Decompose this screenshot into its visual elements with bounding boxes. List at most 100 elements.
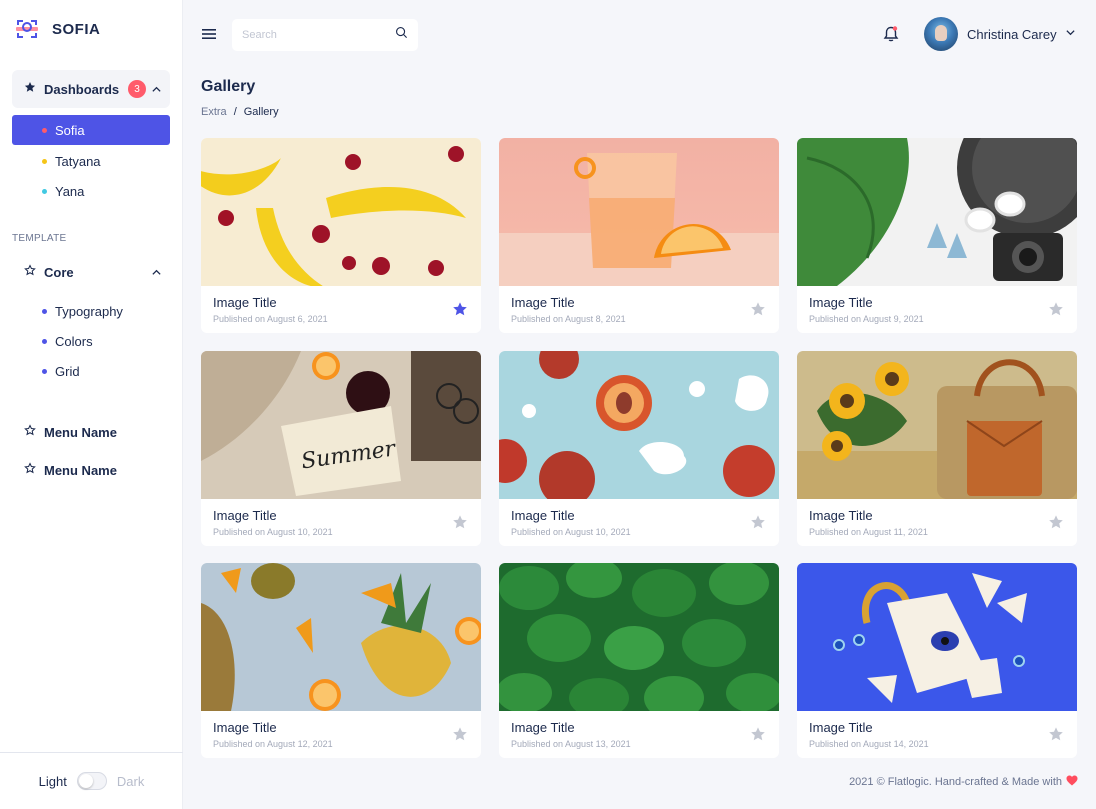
nav-dashboards[interactable]: Dashboards 3 <box>12 70 170 108</box>
chevron-down-icon <box>1065 25 1076 43</box>
sidebar: SOFIA Dashboards 3 Sofia Tatyana Yana TE… <box>0 0 183 809</box>
sidebar-item-colors[interactable]: Colors <box>12 326 170 356</box>
footer: 2021 © Flatlogic. Hand-crafted & Made wi… <box>849 775 1078 789</box>
gallery-image-peaches[interactable] <box>499 351 779 499</box>
section-label-template: TEMPLATE <box>12 233 67 244</box>
hamburger-menu-icon[interactable] <box>201 27 217 41</box>
star-icon[interactable] <box>452 726 468 747</box>
card-date: Published on August 14, 2021 <box>809 739 929 749</box>
sidebar-item-grid[interactable]: Grid <box>12 356 170 386</box>
breadcrumb-link-extra[interactable]: Extra <box>201 106 227 118</box>
nav-core[interactable]: Core <box>12 253 170 291</box>
heart-icon <box>1066 775 1078 789</box>
card-date: Published on August 6, 2021 <box>213 314 328 324</box>
star-outline-icon <box>24 423 36 441</box>
avatar <box>924 17 958 51</box>
gallery-image-juice-orange[interactable] <box>499 138 779 286</box>
star-icon[interactable] <box>452 301 468 322</box>
card-date: Published on August 12, 2021 <box>213 739 333 749</box>
gallery-image-sunflowers-bag[interactable] <box>797 351 1077 499</box>
nav-menu-name-label: Menu Name <box>44 462 117 478</box>
card-title: Image Title <box>511 508 575 523</box>
user-name: Christina Carey <box>967 26 1057 42</box>
card-date: Published on August 13, 2021 <box>511 739 631 749</box>
dot-icon <box>42 188 47 194</box>
gallery-card[interactable]: Image Title Published on August 14, 2021 <box>797 563 1077 758</box>
nav-menu-name-1[interactable]: Menu Name <box>12 413 170 451</box>
breadcrumb-separator: / <box>233 106 237 118</box>
sidebar-item-label: Yana <box>55 183 85 199</box>
card-title: Image Title <box>213 720 277 735</box>
card-title: Image Title <box>809 720 873 735</box>
star-icon[interactable] <box>1048 726 1064 747</box>
logo-icon <box>14 16 40 42</box>
nav-dashboards-label: Dashboards <box>44 81 120 97</box>
gallery-image-pineapple-mango[interactable] <box>201 563 481 711</box>
breadcrumb-current: Gallery <box>243 106 279 118</box>
star-icon[interactable] <box>452 514 468 535</box>
search-input[interactable] <box>242 29 382 41</box>
dot-icon <box>42 127 47 133</box>
sidebar-item-label: Tatyana <box>55 153 101 169</box>
card-date: Published on August 11, 2021 <box>809 527 928 537</box>
star-icon[interactable] <box>1048 514 1064 535</box>
star-icon[interactable] <box>1048 301 1064 322</box>
sidebar-item-label: Sofia <box>55 122 85 138</box>
star-icon[interactable] <box>750 726 766 747</box>
dot-icon <box>42 158 47 164</box>
sidebar-item-label: Grid <box>55 363 80 379</box>
card-title: Image Title <box>809 295 873 310</box>
card-date: Published on August 10, 2021 <box>511 527 631 537</box>
gallery-card[interactable]: Image Title Published on August 6, 2021 <box>201 138 481 333</box>
card-title: Image Title <box>511 295 575 310</box>
gallery-card[interactable]: Summer Image Title Published on August 1… <box>201 351 481 546</box>
sidebar-item-label: Colors <box>55 333 93 349</box>
theme-switcher: Light Dark <box>0 752 183 809</box>
breadcrumb: Extra / Gallery <box>201 106 279 118</box>
star-icon[interactable] <box>750 514 766 535</box>
nav-menu-name-label: Menu Name <box>44 424 117 440</box>
chevron-up-icon[interactable] <box>151 265 162 283</box>
sidebar-item-tatyana[interactable]: Tatyana <box>12 146 170 176</box>
gallery-card[interactable]: Image Title Published on August 8, 2021 <box>499 138 779 333</box>
sidebar-item-label: Typography <box>55 303 123 319</box>
theme-toggle[interactable] <box>76 772 107 790</box>
gallery-image-broken-cup[interactable] <box>797 563 1077 711</box>
sidebar-item-sofia[interactable]: Sofia <box>12 115 170 145</box>
gallery-card[interactable]: Image Title Published on August 10, 2021 <box>499 351 779 546</box>
gallery-card[interactable]: Image Title Published on August 11, 2021 <box>797 351 1077 546</box>
star-outline-icon <box>24 461 36 479</box>
toggle-knob <box>78 774 93 788</box>
star-filled-icon <box>24 80 36 98</box>
gallery-card[interactable]: Image Title Published on August 9, 2021 <box>797 138 1077 333</box>
chevron-up-icon[interactable] <box>151 82 162 100</box>
card-title: Image Title <box>809 508 873 523</box>
sidebar-item-yana[interactable]: Yana <box>12 176 170 206</box>
dot-icon <box>42 368 47 374</box>
page-title: Gallery <box>201 78 256 95</box>
gallery-image-bananas-cherries[interactable] <box>201 138 481 286</box>
sidebar-item-typography[interactable]: Typography <box>12 296 170 326</box>
star-outline-icon <box>24 263 36 281</box>
card-date: Published on August 10, 2021 <box>213 527 333 537</box>
theme-dark-label: Dark <box>116 773 145 789</box>
logo[interactable]: SOFIA <box>14 16 100 42</box>
gallery-image-leaf-hat-camera[interactable] <box>797 138 1077 286</box>
user-menu[interactable]: Christina Carey <box>924 17 1076 51</box>
nav-core-label: Core <box>44 264 74 280</box>
gallery-image-summer-note[interactable]: Summer <box>201 351 481 499</box>
card-title: Image Title <box>213 295 277 310</box>
bell-icon[interactable] <box>882 25 900 48</box>
footer-text: 2021 © Flatlogic. Hand-crafted & Made wi… <box>849 776 1062 788</box>
dashboards-count-badge: 3 <box>128 80 146 98</box>
dot-icon <box>42 308 47 314</box>
dot-icon <box>42 338 47 344</box>
gallery-card[interactable]: Image Title Published on August 12, 2021 <box>201 563 481 758</box>
search-icon[interactable] <box>395 26 408 44</box>
star-icon[interactable] <box>750 301 766 322</box>
nav-menu-name-2[interactable]: Menu Name <box>12 451 170 489</box>
gallery-card[interactable]: Image Title Published on August 13, 2021 <box>499 563 779 758</box>
card-date: Published on August 9, 2021 <box>809 314 924 324</box>
app-name: SOFIA <box>52 20 101 38</box>
gallery-image-green-leaves[interactable] <box>499 563 779 711</box>
